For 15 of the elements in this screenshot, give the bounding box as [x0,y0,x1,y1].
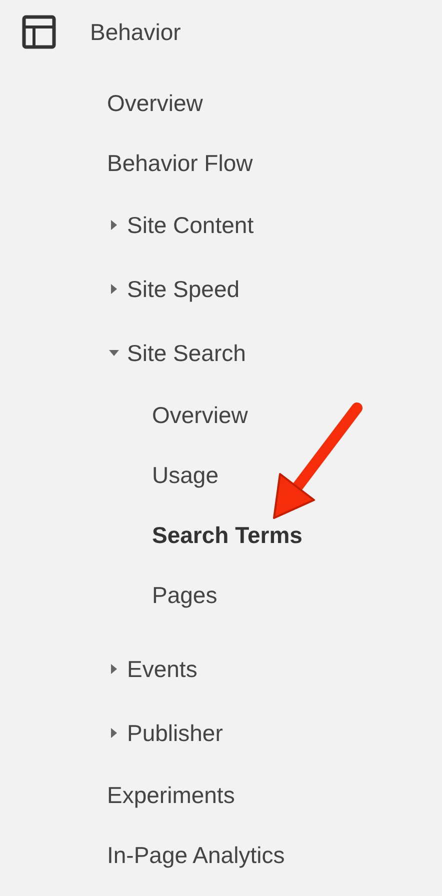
nav-item[interactable]: Site Search [127,340,246,366]
nav-item[interactable]: Behavior Flow [107,150,253,176]
nav-item[interactable]: Site Speed [127,276,240,302]
nav-item[interactable]: Search Terms [152,522,302,548]
nav-item[interactable]: Experiments [107,782,235,808]
nav-item[interactable]: Usage [152,462,218,488]
nav-item[interactable]: Events [127,656,198,682]
nav-item[interactable]: Overview [107,90,203,116]
layout-icon [22,15,56,49]
nav-item[interactable]: In-Page Analytics [107,842,285,868]
section-title[interactable]: Behavior [90,18,181,46]
nav-item[interactable]: Site Content [127,212,254,238]
nav-item[interactable]: Publisher [127,720,223,746]
nav-item[interactable]: Pages [152,582,218,608]
nav-item[interactable]: Overview [152,402,248,428]
